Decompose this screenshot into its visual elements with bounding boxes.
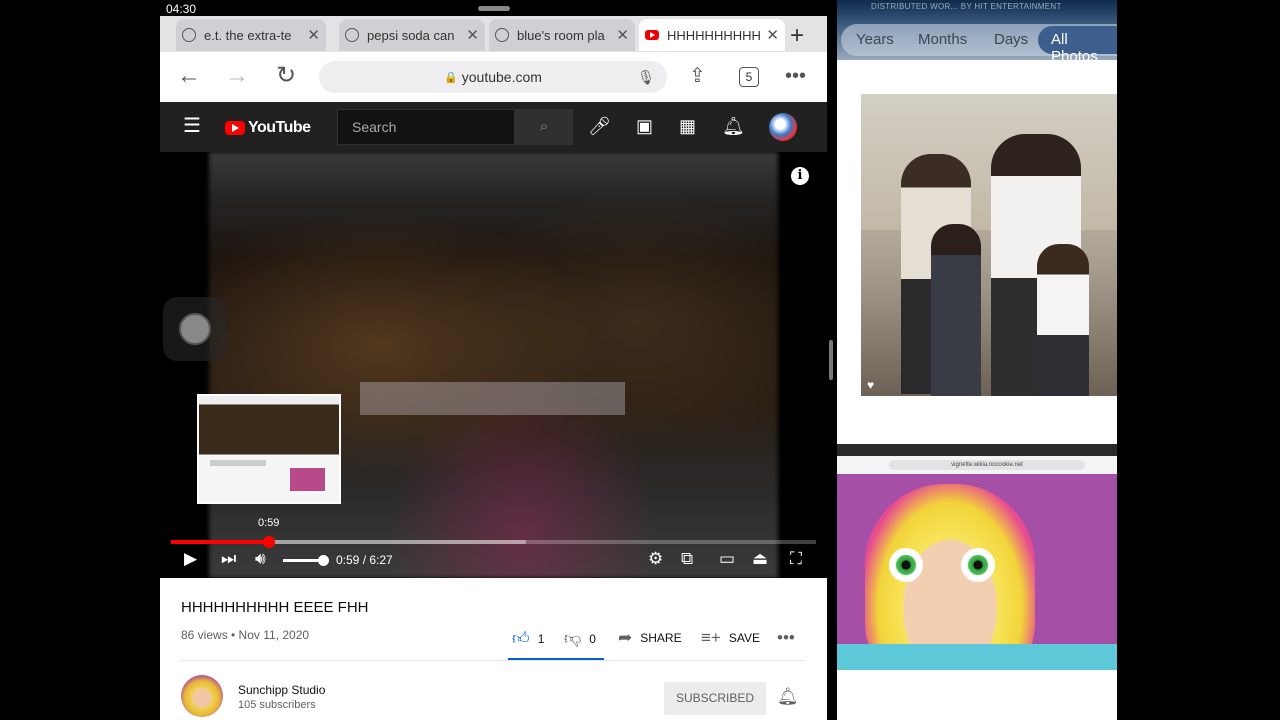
seek-preview-thumbnail — [197, 394, 341, 504]
address-text: youtube.com — [461, 69, 542, 85]
tab-title: HHHHHHHHHH — [667, 27, 761, 43]
photo-thumbnail-screenshot[interactable]: vignette.wikia.nocookie.net — [837, 444, 1117, 670]
microphone-icon[interactable]: 🎤︎ — [588, 116, 611, 137]
next-icon[interactable]: ⏭ — [221, 549, 236, 569]
new-tab-button[interactable]: + — [790, 22, 804, 50]
youtube-header: ☰ YouTube Search ⌕ 🎤︎ ▣ ▦ 🔔︎ — [160, 102, 827, 152]
segment-all-photos[interactable]: All Photos — [1051, 31, 1117, 65]
thumbs-down-icon: 👎︎ — [564, 629, 582, 648]
share-label: SHARE — [640, 631, 682, 645]
theater-mode-icon[interactable]: ▭ — [719, 549, 735, 569]
more-icon: ••• — [777, 628, 795, 647]
airplay-icon[interactable]: ⏏ — [752, 549, 768, 569]
split-view-handle[interactable] — [829, 340, 833, 380]
progress-scrubber[interactable] — [263, 536, 276, 548]
apps-grid-icon[interactable]: ▦ — [679, 116, 696, 137]
channel-name[interactable]: Sunchipp Studio — [238, 683, 325, 697]
forward-arrow-icon[interactable]: → — [225, 64, 249, 88]
close-icon[interactable]: ✕ — [616, 26, 629, 44]
create-video-icon[interactable]: ▣ — [636, 116, 653, 137]
more-icon[interactable]: ••• — [785, 64, 806, 88]
tab-title: e.t. the extra-te — [204, 27, 292, 43]
volume-icon[interactable]: 🔊︎ — [255, 549, 266, 569]
tab-blues-room[interactable]: blue's room pla ✕ — [489, 19, 635, 51]
reload-icon[interactable]: ↻ — [276, 64, 296, 88]
tab-bar: e.t. the extra-te ✕ pepsi soda can ✕ blu… — [160, 16, 827, 52]
screenshot-url: vignette.wikia.nocookie.net — [889, 460, 1085, 470]
youtube-logo[interactable]: YouTube — [225, 119, 311, 137]
save-label: SAVE — [728, 631, 760, 645]
segment-months[interactable]: Months — [918, 31, 967, 48]
tab-title: blue's room pla — [517, 27, 605, 43]
search-input[interactable]: Search — [337, 109, 515, 145]
channel-subscribers: 105 subscribers — [238, 699, 316, 711]
video-meta: 86 views • Nov 11, 2020 — [181, 628, 310, 642]
photo-credit-text: DISTRIBUTED WOR... BY HIT ENTERTAINMENT — [871, 2, 1062, 11]
divider — [181, 660, 805, 661]
photos-app: DISTRIBUTED WOR... BY HIT ENTERTAINMENT … — [837, 0, 1117, 720]
progress-played — [171, 540, 270, 544]
favorite-heart-icon[interactable]: ♥ — [867, 378, 874, 392]
share-icon[interactable]: ⇪ — [689, 64, 706, 88]
close-icon[interactable]: ✕ — [307, 26, 320, 44]
assistive-touch-icon — [179, 313, 211, 345]
photo-thumbnail-family[interactable] — [861, 94, 1117, 396]
youtube-play-icon — [225, 121, 245, 135]
close-icon[interactable]: ✕ — [766, 26, 779, 44]
search-icon[interactable]: ⌕ — [515, 109, 573, 145]
lock-icon: 🔒 — [444, 71, 458, 84]
thumbs-up-icon: 👍︎ — [512, 629, 530, 648]
time-display: 0:59 / 6:27 — [336, 553, 393, 567]
logo-text: YouTube — [248, 119, 311, 136]
settings-gear-icon[interactable]: ⚙ — [648, 549, 663, 569]
channel-avatar[interactable] — [181, 675, 223, 717]
account-avatar[interactable] — [769, 113, 797, 141]
video-frame-overlay — [360, 382, 625, 415]
volume-knob[interactable] — [318, 555, 329, 566]
tab-et[interactable]: e.t. the extra-te ✕ — [176, 19, 326, 51]
back-arrow-icon[interactable]: ← — [177, 64, 201, 88]
share-button[interactable]: ➦ SHARE — [618, 628, 682, 648]
info-icon[interactable]: i — [791, 167, 809, 185]
share-arrow-icon: ➦ — [618, 628, 633, 647]
miniplayer-icon[interactable]: ⧉ — [681, 549, 693, 569]
like-count: 1 — [537, 631, 545, 646]
fullscreen-icon[interactable]: ⛶ — [790, 549, 802, 569]
more-actions-button[interactable]: ••• — [777, 628, 795, 648]
assistive-touch-button[interactable] — [163, 297, 227, 361]
save-button[interactable]: ≡+ SAVE — [701, 628, 760, 648]
video-frame — [209, 152, 778, 578]
notification-bell-icon[interactable]: 🔔︎ — [777, 687, 799, 707]
video-title: HHHHHHHHHH EEEE FHH — [181, 599, 369, 616]
tab-pepsi[interactable]: pepsi soda can ✕ — [339, 19, 485, 51]
seek-preview-time: 0:59 — [258, 517, 280, 529]
segment-years[interactable]: Years — [856, 31, 894, 48]
tab-youtube[interactable]: HHHHHHHHHH ✕ — [639, 19, 785, 51]
tab-title: pepsi soda can — [367, 27, 455, 43]
tab-count-button[interactable]: 5 — [739, 67, 759, 87]
notifications-bell-icon[interactable]: 🔔︎ — [722, 116, 745, 137]
status-time: 04:30 — [166, 2, 197, 16]
youtube-favicon-icon — [645, 30, 659, 40]
globe-icon — [495, 28, 509, 42]
segment-days[interactable]: Days — [994, 31, 1028, 48]
microphone-icon[interactable]: 🎙 — [637, 69, 655, 86]
dislike-button[interactable]: 👎︎ 0 — [564, 628, 596, 649]
safari-window: e.t. the extra-te ✕ pepsi soda can ✕ blu… — [160, 16, 827, 720]
address-bar[interactable]: 🔒 youtube.com 🎙 — [319, 61, 667, 93]
volume-slider[interactable] — [283, 559, 323, 562]
playlist-add-icon: ≡+ — [701, 628, 721, 647]
video-player[interactable]: i 0:59 ▶ ⏭ 🔊︎ 0:59 / 6:27 ⚙ ⧉ ▭ ⏏ ⛶ — [160, 152, 827, 578]
globe-icon — [182, 28, 196, 42]
like-button[interactable]: 👍︎ 1 — [512, 628, 544, 649]
multitask-grabber[interactable] — [478, 6, 510, 11]
close-icon[interactable]: ✕ — [466, 26, 479, 44]
hamburger-menu-icon[interactable]: ☰ — [183, 113, 201, 138]
subscribe-button[interactable]: SUBSCRIBED — [664, 682, 766, 715]
play-icon[interactable]: ▶ — [184, 549, 197, 569]
globe-icon — [345, 28, 359, 42]
dislike-count: 0 — [589, 631, 596, 646]
